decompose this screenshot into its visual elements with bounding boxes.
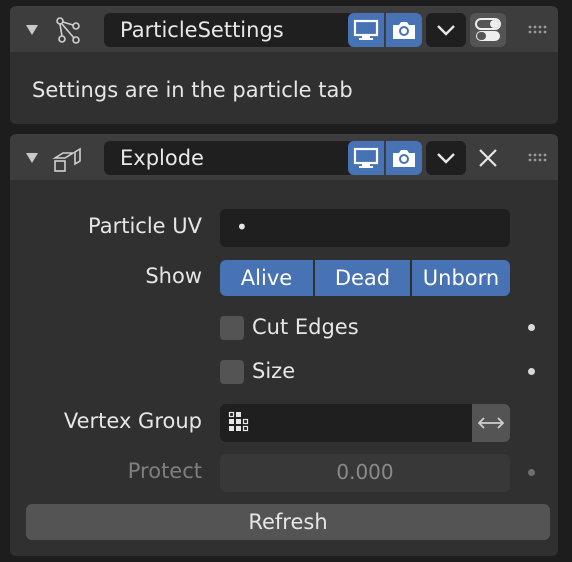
show-unborn-button[interactable]: Unborn <box>412 260 510 296</box>
protect-label: Protect <box>127 459 202 483</box>
chevron-down-icon <box>437 153 455 164</box>
close-x-icon[interactable] <box>476 146 500 170</box>
vertex-group-field[interactable] <box>220 404 472 442</box>
cut-edges-checkbox[interactable] <box>220 316 244 340</box>
vertex-group-label: Vertex Group <box>63 409 202 433</box>
particle-system-icon <box>56 17 80 44</box>
camera-icon <box>393 22 415 39</box>
chevron-down-icon <box>437 25 455 36</box>
double-arrow-icon <box>477 417 505 429</box>
toggle-icon <box>475 18 501 41</box>
show-dead-button[interactable]: Dead <box>315 260 410 296</box>
show-alive-button[interactable]: Alive <box>220 260 313 296</box>
show-segmented-control: Alive Dead Unborn <box>220 260 510 296</box>
camera-icon <box>393 150 415 167</box>
protect-keyframe-dot[interactable] <box>528 469 535 476</box>
drag-grip-icon[interactable] <box>528 153 550 163</box>
triangle-down-icon[interactable] <box>26 25 38 35</box>
protect-value: 0.000 <box>336 460 394 484</box>
render-toggle-button[interactable] <box>386 141 422 175</box>
invert-vertex-group-button[interactable] <box>472 404 510 442</box>
viewport-toggle-button[interactable] <box>348 13 384 47</box>
show-label: Show <box>145 264 202 288</box>
particle-settings-header[interactable]: ParticleSettings <box>10 6 558 52</box>
data-dropdown-button[interactable] <box>426 13 466 47</box>
particle-settings-panel: ParticleSettings Settings are in the par… <box>10 6 558 124</box>
protect-field[interactable]: 0.000 <box>220 454 510 492</box>
particle-uv-label: Particle UV <box>87 214 202 238</box>
monitor-icon <box>353 19 379 40</box>
size-keyframe-dot[interactable] <box>528 368 535 375</box>
drag-grip-icon[interactable] <box>528 25 550 35</box>
monitor-icon <box>353 147 379 168</box>
particle-uv-field[interactable]: • <box>220 209 510 247</box>
render-toggle-button[interactable] <box>386 13 422 47</box>
particle-settings-name-field[interactable]: ParticleSettings <box>104 13 354 47</box>
explode-name-field[interactable]: Explode <box>104 141 354 175</box>
triangle-down-icon[interactable] <box>26 153 38 163</box>
viewport-toggle-button[interactable] <box>348 141 384 175</box>
explode-modifier-panel: Explode Particle UV • Show Alive Dead Un… <box>10 134 558 556</box>
particle-info-text: Settings are in the particle tab <box>32 78 353 102</box>
enable-toggle-button[interactable] <box>470 13 506 47</box>
cut-edges-label[interactable]: Cut Edges <box>252 315 359 339</box>
particle-uv-value: • <box>236 215 248 239</box>
refresh-button[interactable]: Refresh <box>26 504 550 540</box>
explode-modifier-icon <box>52 147 81 172</box>
modifier-dropdown-button[interactable] <box>426 141 466 175</box>
size-label[interactable]: Size <box>252 359 295 383</box>
cut-edges-keyframe-dot[interactable] <box>528 324 535 331</box>
explode-header[interactable]: Explode <box>10 134 558 180</box>
vertex-group-icon <box>228 411 249 432</box>
size-checkbox[interactable] <box>220 360 244 384</box>
